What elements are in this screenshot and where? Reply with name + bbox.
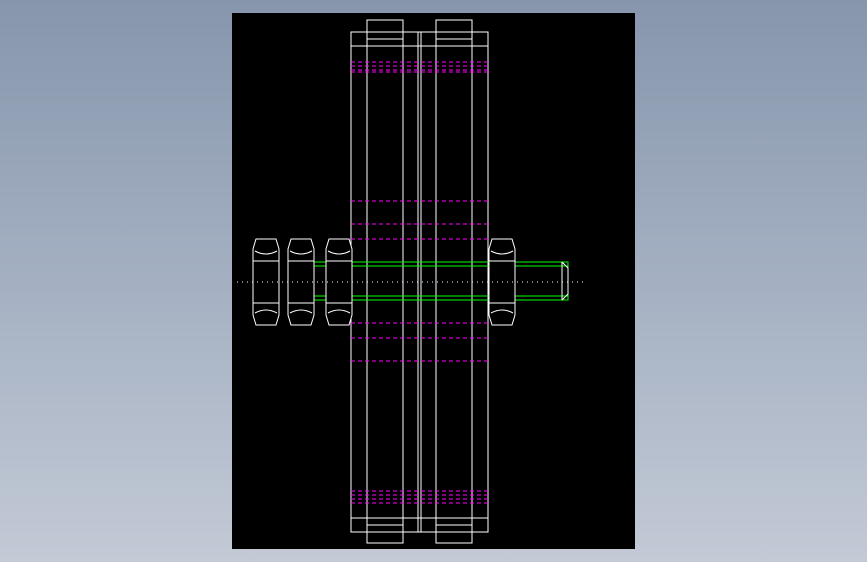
bolt-head: [252, 238, 280, 326]
wheel-right-rim: [435, 19, 473, 544]
cad-viewport[interactable]: [232, 13, 635, 549]
cad-drawing: [237, 19, 587, 544]
nut-1: [287, 238, 315, 326]
nut-2: [325, 238, 353, 326]
rod-chamfer: [561, 261, 569, 301]
